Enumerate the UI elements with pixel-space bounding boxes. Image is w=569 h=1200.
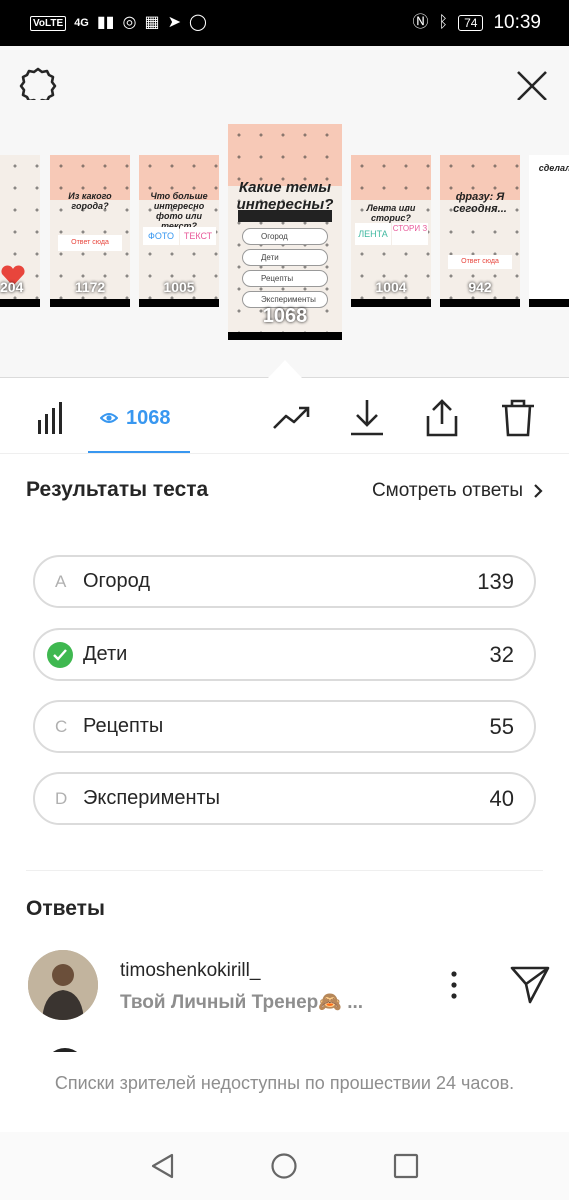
share-icon[interactable]	[424, 398, 460, 438]
story-question: Из какого города?	[68, 191, 112, 211]
option-letter: D	[55, 788, 68, 808]
story-view-count: 1005	[163, 279, 195, 295]
see-answers-label: Смотреть ответы	[371, 480, 523, 501]
story-view-count: 1004	[375, 279, 407, 295]
vk-icon: ▦	[144, 14, 160, 31]
back-triangle-icon[interactable]	[150, 1152, 176, 1180]
option-label: Эксперименты	[83, 787, 221, 809]
android-nav-bar	[0, 1132, 569, 1200]
recents-square-icon[interactable]	[393, 1153, 419, 1179]
story-thumb[interactable]: 204	[0, 155, 40, 307]
insights-toolbar: 1068	[0, 378, 569, 454]
answers-title: Ответы	[26, 897, 105, 920]
quiz-option-d[interactable]: D Эксперименты 40	[33, 772, 536, 825]
quiz-option-b-correct[interactable]: Дети 32	[33, 628, 536, 681]
story-answer-box: Ответ сюда	[448, 255, 512, 269]
whatsapp-icon: ◯	[188, 14, 207, 31]
story-thumb-selected[interactable]: Какие темы интересны? Огород Дети Рецепт…	[228, 124, 342, 340]
viewers-count: 1068	[126, 406, 171, 429]
story-question: Какие темы интересны?	[236, 179, 334, 213]
story-thumb[interactable]: фразу: Я сегодня... Ответ сюда 942	[440, 155, 520, 307]
story-question: Лента или сторис?	[366, 203, 416, 223]
viewers-unavailable-note: Списки зрителей недоступны по прошествии…	[54, 1073, 515, 1093]
avatar[interactable]	[28, 950, 98, 1020]
insights-bar-chart-icon[interactable]	[36, 398, 66, 438]
delete-trash-icon[interactable]	[500, 398, 536, 438]
more-options-icon[interactable]	[446, 970, 462, 1000]
battery-indicator: 74	[458, 15, 484, 31]
story-poll-option: ТЕКСТ	[180, 227, 216, 245]
story-quiz-option: Дети	[242, 249, 328, 266]
viewers-tab[interactable]: 1068	[100, 398, 171, 438]
clock: 10:39	[493, 12, 541, 33]
correct-check-icon	[47, 641, 73, 668]
story-view-count: 204	[0, 279, 24, 295]
section-divider	[26, 870, 543, 871]
avatar-photo	[28, 950, 98, 1020]
story-poll-option: СТОРИ З	[392, 223, 428, 245]
answer-user-bio: Твой Личный Тренер🙈 ...	[120, 992, 364, 1013]
download-icon[interactable]	[349, 398, 385, 438]
quiz-option-c[interactable]: C Рецепты 55	[33, 700, 536, 753]
network-type: 4G	[74, 17, 89, 29]
status-right: Ⓝ ᛒ 74 10:39	[412, 12, 541, 34]
signal-icon: ▮▮	[96, 14, 115, 31]
chevron-right-icon	[534, 484, 543, 498]
option-count: 139	[477, 568, 514, 594]
story-quiz-option: Рецепты	[242, 270, 328, 287]
story-poll-option: ЛЕНТА	[355, 223, 391, 245]
eye-icon	[100, 413, 118, 423]
status-left: VoLTE 4G ▮▮ ◎ ▦ ➤ ◯	[30, 15, 207, 31]
story-quiz-option: Огород	[242, 228, 328, 245]
active-tab-indicator	[88, 451, 190, 453]
trending-promote-icon[interactable]	[272, 398, 312, 438]
option-count: 32	[489, 641, 514, 667]
option-label: Огород	[83, 570, 151, 592]
story-question: фразу: Я сегодня...	[453, 191, 507, 215]
option-count: 55	[489, 713, 514, 739]
story-carousel[interactable]: 204 Из какого города? Ответ сюда 1172 Чт…	[0, 100, 569, 378]
story-thumb[interactable]: Из какого города? Ответ сюда 1172	[50, 155, 130, 307]
option-letter: A	[55, 571, 67, 591]
quiz-option-a[interactable]: A Огород 139	[33, 555, 536, 608]
option-label: Рецепты	[83, 715, 164, 737]
option-letter: C	[55, 716, 68, 736]
option-label: Дети	[83, 643, 128, 665]
story-thumb[interactable]: Что больше интересно фото или текст? ФОТ…	[139, 155, 219, 307]
answer-username[interactable]: timoshenkokirill_	[120, 960, 260, 982]
story-thumb[interactable]: сделал до с...	[529, 155, 569, 307]
quiz-results-title: Результаты теста	[26, 478, 209, 501]
story-thumb[interactable]: Лента или сторис? ЛЕНТА СТОРИ З 1004	[351, 155, 431, 307]
story-view-count: 942	[468, 279, 492, 295]
send-direct-icon[interactable]	[508, 962, 552, 1006]
story-question: сделал до с...	[538, 163, 569, 173]
nfc-icon: Ⓝ	[412, 14, 429, 31]
home-circle-icon[interactable]	[270, 1152, 298, 1180]
story-view-count: 1172	[74, 279, 106, 295]
bluetooth-icon: ᛒ	[438, 14, 449, 31]
option-count: 40	[489, 785, 514, 811]
see-answers-link[interactable]: Смотреть ответы	[372, 480, 543, 502]
volte-badge: VoLTE	[30, 15, 67, 31]
story-question: Что больше интересно фото или текст?	[150, 191, 208, 231]
status-bar: VoLTE 4G ▮▮ ◎ ▦ ➤ ◯ Ⓝ ᛒ 74 10:39	[0, 0, 569, 46]
selected-story-pointer	[268, 360, 302, 378]
story-answer-box: Ответ сюда	[58, 235, 122, 251]
instagram-icon: ◎	[122, 14, 137, 31]
story-poll-option: ФОТО	[143, 227, 179, 245]
story-view-count: 1068	[262, 305, 308, 327]
telegram-icon: ➤	[167, 14, 181, 31]
